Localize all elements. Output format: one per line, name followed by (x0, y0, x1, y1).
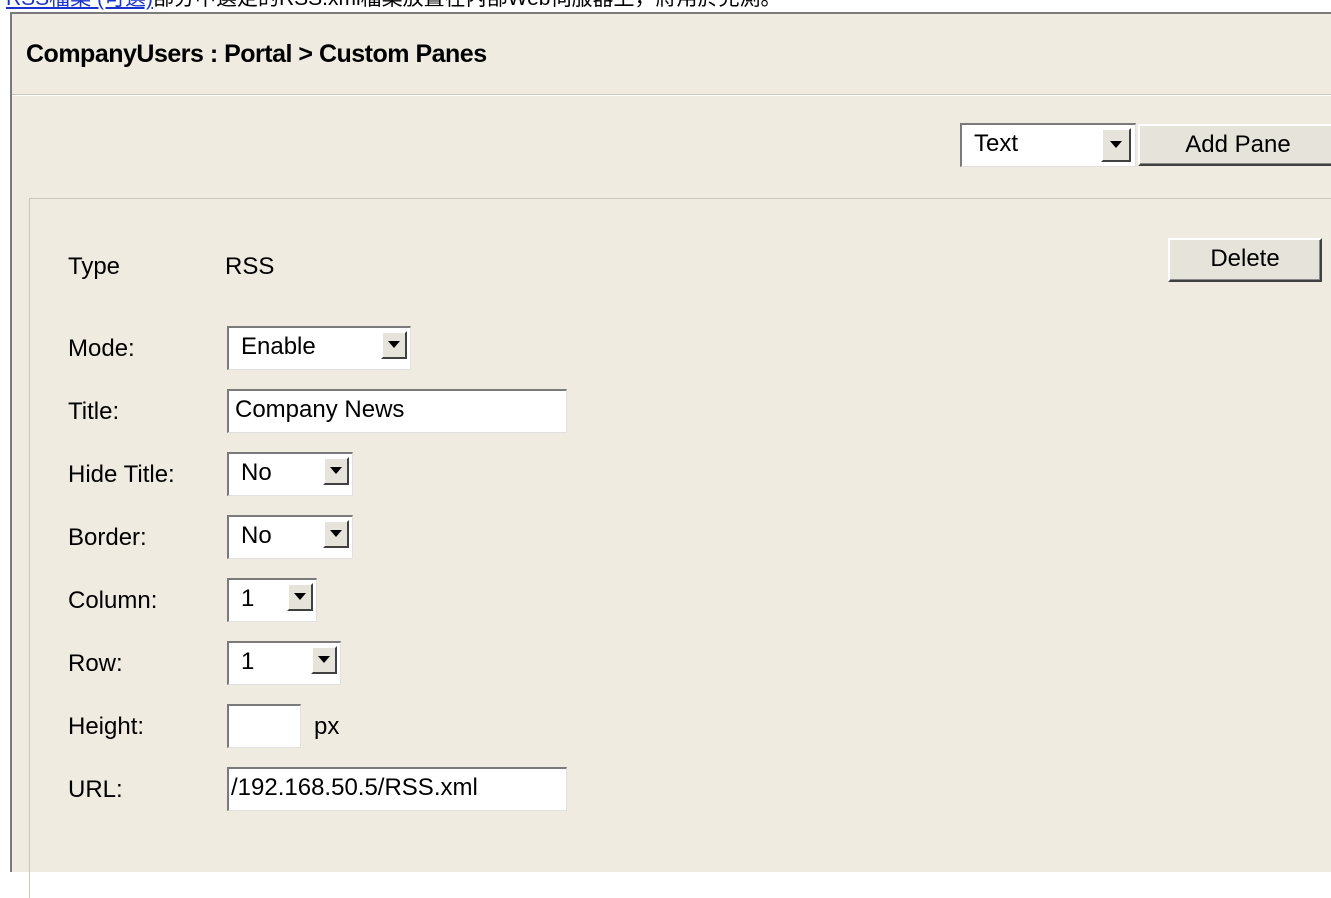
url-label: URL: (68, 776, 123, 803)
delete-button[interactable]: Delete (1168, 238, 1322, 282)
column-value: 1 (241, 585, 255, 612)
url-field[interactable]: /192.168.50.5/RSS.xml (227, 767, 567, 811)
chevron-down-icon[interactable] (311, 646, 337, 674)
height-label: Height: (68, 713, 145, 740)
chevron-down-icon[interactable] (381, 331, 407, 359)
row-value: 1 (241, 648, 255, 675)
column-select[interactable]: 1 (227, 578, 317, 622)
border-label: Border: (68, 524, 147, 551)
hide-title-label: Hide Title: (68, 461, 175, 488)
banner-text: 部分中選定的RSS.xml檔案放置在內部Web伺服器上，將用於見測。 (153, 0, 781, 10)
mode-select[interactable]: Enable (227, 326, 411, 370)
chevron-down-icon[interactable] (1101, 128, 1131, 162)
pane-editor: Type RSS Delete Mode: Enable Title: Comp… (29, 198, 1331, 898)
mode-label: Mode: (68, 335, 135, 362)
border-select[interactable]: No (227, 515, 353, 559)
top-banner: RSS檔案 (可選)部分中選定的RSS.xml檔案放置在內部Web伺服器上，將用… (6, 0, 1326, 10)
chevron-down-icon[interactable] (287, 583, 313, 611)
title-divider (12, 94, 1331, 96)
pane-type-select[interactable]: Text (960, 123, 1136, 167)
chevron-down-icon[interactable] (323, 457, 349, 485)
custom-panes-panel: CompanyUsers : Portal > Custom Panes Tex… (10, 12, 1331, 898)
title-field[interactable]: Company News (227, 389, 567, 433)
border-value: No (241, 522, 272, 549)
row-label: Row: (68, 650, 123, 677)
hide-title-select[interactable]: No (227, 452, 353, 496)
pane-type-value: Text (974, 130, 1019, 157)
column-label: Column: (68, 587, 158, 614)
type-label: Type (68, 253, 121, 280)
height-field[interactable] (227, 704, 301, 748)
height-unit: px (314, 713, 340, 740)
mode-value: Enable (241, 333, 316, 360)
page-title: CompanyUsers : Portal > Custom Panes (26, 40, 487, 68)
rss-file-link[interactable]: RSS檔案 (可選) (6, 0, 153, 10)
type-value: RSS (225, 253, 275, 280)
add-pane-button[interactable]: Add Pane (1138, 124, 1331, 166)
chevron-down-icon[interactable] (323, 520, 349, 548)
row-select[interactable]: 1 (227, 641, 341, 685)
hide-title-value: No (241, 459, 272, 486)
title-label: Title: (68, 398, 120, 425)
